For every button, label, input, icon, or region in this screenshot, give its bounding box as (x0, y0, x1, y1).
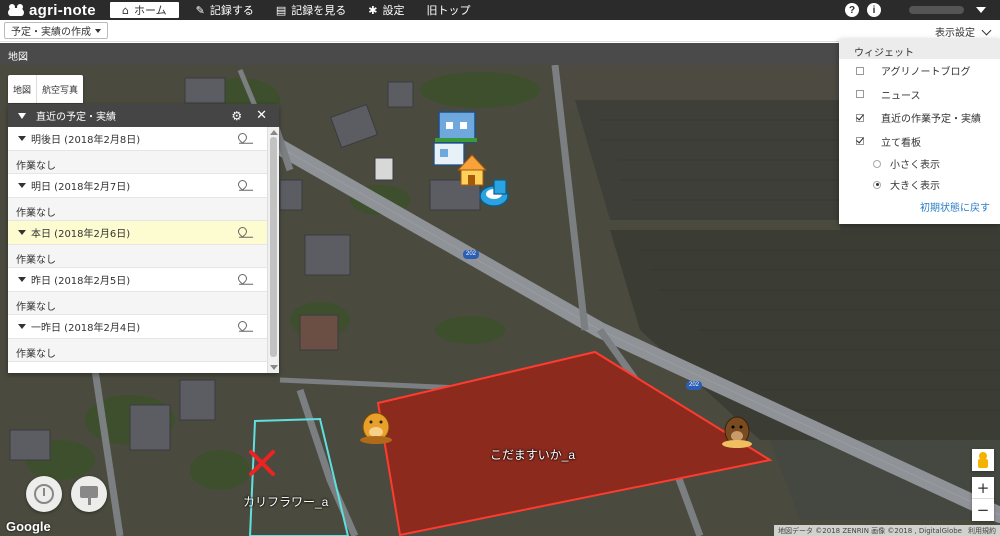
scroll-thumb[interactable] (270, 137, 277, 357)
day-note: 作業なし (8, 151, 267, 174)
gear-icon[interactable]: ⚙ (231, 109, 242, 123)
size-option-small[interactable]: 小さく表示 (839, 153, 1000, 174)
zoom-in-button[interactable]: + (972, 477, 994, 499)
app-logo[interactable]: agri-note (0, 2, 110, 19)
location-pin-icon[interactable] (236, 272, 249, 285)
widget-settings-dropdown: ウィジェット アグリノートブログ ニュース 直近の作業予定・実績 立て看板 小さ… (839, 39, 1000, 224)
day-note: 作業なし (8, 245, 267, 268)
street-view-pegman[interactable] (972, 449, 994, 471)
nav-old-top[interactable]: 旧トップ (416, 0, 482, 20)
scroll-up-icon[interactable] (270, 130, 278, 135)
tab-map[interactable]: 地図 (8, 75, 36, 103)
top-nav: agri-note ⌂ ホーム ✎ 記録する ▤ 記録を見る ✱ 設定 旧トップ ? i (0, 0, 1000, 20)
frog-logo-icon (8, 4, 24, 16)
nav-record[interactable]: ✎ 記録する (185, 0, 265, 20)
signboard-button[interactable] (71, 476, 107, 512)
map-attribution: 地図データ ©2018 ZENRIN 画像 ©2018 , DigitalGlo… (774, 525, 1000, 536)
nav-home[interactable]: ⌂ ホーム (110, 2, 179, 18)
signboard-icon (80, 486, 98, 498)
checkbox-checked[interactable] (856, 113, 864, 122)
nav-view-records[interactable]: ▤ 記録を見る (265, 0, 357, 20)
day-row-today[interactable]: 本日 (2018年2月6日) (8, 221, 267, 245)
radio-selected[interactable] (873, 180, 881, 189)
panel-scrollbar[interactable] (267, 127, 279, 373)
size-option-large[interactable]: 大きく表示 (839, 174, 1000, 195)
history-button[interactable] (26, 476, 62, 512)
route-number-badge: 202 (686, 381, 702, 390)
logo-text: agri-note (29, 1, 96, 19)
triangle-down-icon (18, 136, 26, 141)
field-label-cauliflower[interactable]: カリフラワー_a (243, 493, 328, 510)
widget-option-blog[interactable]: アグリノートブログ (839, 59, 1000, 83)
widget-option-signboard[interactable]: 立て看板 (839, 130, 1000, 154)
day-list: 明後日 (2018年2月8日) 作業なし 明日 (2018年2月7日) 作業なし… (8, 127, 267, 373)
zoom-out-button[interactable]: − (972, 499, 994, 521)
map-type-tabs: 地図 航空写真 (8, 75, 84, 103)
recent-plans-panel: 直近の予定・実績 ⚙ ✕ 明後日 (2018年2月8日) 作業なし 明日 (20… (8, 104, 279, 373)
widget-option-news[interactable]: ニュース (839, 83, 1000, 107)
close-icon[interactable]: ✕ (256, 108, 267, 123)
day-row[interactable]: 昨日 (2018年2月5日) (8, 268, 267, 292)
user-name[interactable] (909, 6, 964, 14)
location-pin-icon[interactable] (236, 225, 249, 238)
triangle-down-icon (18, 277, 26, 282)
clock-hand-icon (43, 488, 45, 496)
triangle-down-icon (18, 324, 26, 329)
home-icon: ⌂ (122, 3, 129, 17)
triangle-down-icon (18, 183, 26, 188)
checkbox-checked[interactable] (856, 137, 864, 146)
chevron-down-icon (981, 25, 992, 35)
panel-title: 直近の予定・実績 (36, 112, 116, 123)
location-pin-icon[interactable] (236, 131, 249, 144)
route-number-badge: 202 (463, 250, 479, 259)
reset-link[interactable]: 初期状態に戻す (839, 195, 1000, 214)
location-pin-icon[interactable] (236, 319, 249, 332)
day-note: 作業なし (8, 198, 267, 221)
pegman-body-icon (978, 459, 988, 468)
collapse-triangle-icon[interactable] (18, 112, 26, 119)
google-logo: Google (6, 519, 51, 534)
day-note: 作業なし (8, 292, 267, 315)
section-title: 地図 (8, 52, 28, 63)
chevron-down-icon (95, 28, 101, 33)
pencil-icon: ✎ (195, 3, 205, 17)
info-icon[interactable]: i (867, 3, 881, 17)
gear-icon: ✱ (368, 3, 378, 17)
checkbox[interactable] (856, 90, 864, 99)
day-note: 作業なし (8, 339, 267, 362)
user-menu-caret-icon[interactable] (976, 7, 986, 13)
create-plan-button[interactable]: 予定・実績の作成 (4, 22, 108, 39)
display-settings-button[interactable]: 表示設定 (935, 24, 992, 39)
tab-aerial[interactable]: 航空写真 (36, 75, 83, 103)
checkbox[interactable] (856, 66, 864, 75)
zoom-control: + − (972, 477, 994, 521)
nav-settings[interactable]: ✱ 設定 (357, 0, 415, 20)
panel-header: 直近の予定・実績 ⚙ ✕ (8, 104, 279, 127)
help-icon[interactable]: ? (845, 3, 859, 17)
triangle-down-icon (18, 230, 26, 235)
day-row[interactable]: 明後日 (2018年2月8日) (8, 127, 267, 151)
field-label-kodama-suika[interactable]: こだますいか_a (490, 446, 575, 463)
widget-option-recent[interactable]: 直近の作業予定・実績 (839, 106, 1000, 130)
day-row[interactable]: 一昨日 (2018年2月4日) (8, 315, 267, 339)
scroll-down-icon[interactable] (270, 365, 278, 370)
terms-link[interactable]: 利用規約 (968, 526, 996, 535)
signboard-post-icon (88, 498, 91, 505)
radio[interactable] (873, 159, 881, 168)
day-row[interactable]: 明日 (2018年2月7日) (8, 174, 267, 198)
location-pin-icon[interactable] (236, 178, 249, 191)
notebook-icon: ▤ (275, 3, 287, 17)
widget-header: ウィジェット (839, 39, 1000, 59)
